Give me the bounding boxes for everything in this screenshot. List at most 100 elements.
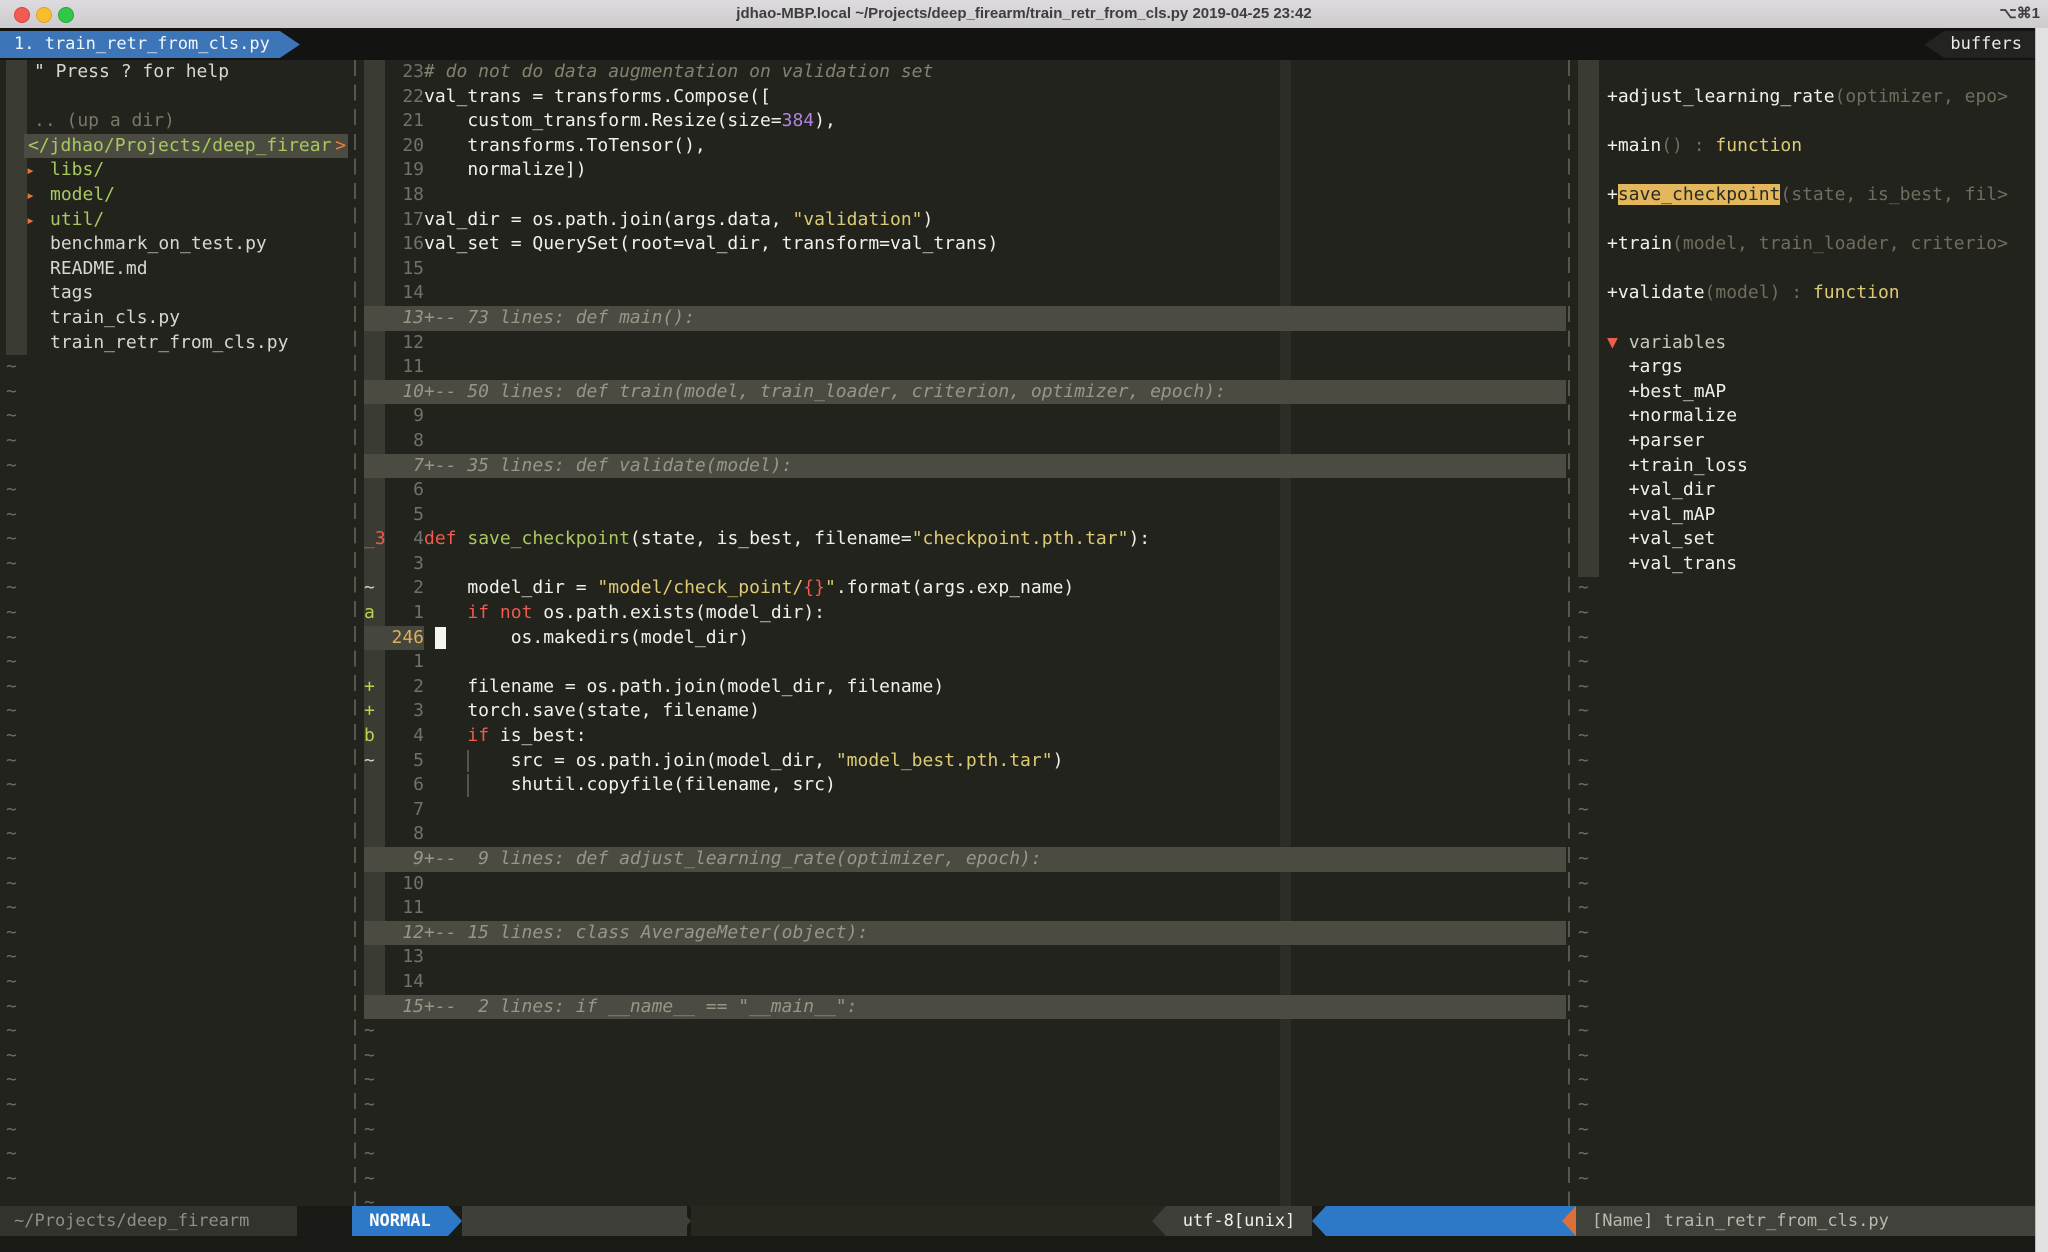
code-line[interactable]: 8: [352, 822, 1566, 847]
tilde-marker: ~: [6, 1068, 17, 1093]
nerdtree-file-benchmark_on_test.py[interactable]: benchmark_on_test.py: [0, 232, 352, 257]
tagbar-item[interactable]: +main() : function: [1566, 134, 2036, 159]
code-line[interactable]: 9: [352, 404, 1566, 429]
code-line[interactable]: 22val_trans = transforms.Compose([: [352, 85, 1566, 110]
code-line[interactable]: a 1 if not os.path.exists(model_dir):: [352, 601, 1566, 626]
code-line[interactable]: 21 custom_transform.Resize(size=384),: [352, 109, 1566, 134]
buffers-label[interactable]: buffers: [1924, 31, 2036, 58]
code-line[interactable]: 20 transforms.ToTensor(),: [352, 134, 1566, 159]
code-line[interactable]: 8: [352, 429, 1566, 454]
syntax-fn: save_checkpoint: [467, 528, 630, 549]
tagbar-item[interactable]: +normalize: [1566, 404, 2036, 429]
code-line[interactable]: ~ 2 model_dir = "model/check_point/{}".f…: [352, 576, 1566, 601]
nerdtree-file-tags[interactable]: tags: [0, 281, 352, 306]
tagbar-item[interactable]: +val_set: [1566, 527, 2036, 552]
code-text: +-- 73 lines: def main():: [424, 306, 695, 331]
code-line[interactable]: 15: [352, 257, 1566, 282]
tagbar-name: train_loss: [1640, 455, 1748, 476]
fold-line[interactable]: 15+-- 2 lines: if __name__ == "__main__"…: [352, 995, 1566, 1020]
code-line[interactable]: 246 os.makedirs(model_dir): [352, 626, 1566, 651]
tagbar-plus: +: [1607, 86, 1618, 107]
code-line[interactable]: 3: [352, 552, 1566, 577]
syntax-pl: model_dir =: [424, 577, 597, 598]
code-line[interactable]: 6: [352, 478, 1566, 503]
code-line[interactable]: + 2 filename = os.path.join(model_dir, f…: [352, 675, 1566, 700]
tagbar-item[interactable]: +save_checkpoint(state, is_best, fil>: [1566, 183, 2036, 208]
tilde-marker: ~: [6, 1044, 17, 1069]
empty-line: ~: [0, 1044, 352, 1069]
code-line[interactable]: 7: [352, 798, 1566, 823]
tagbar-item[interactable]: +val_mAP: [1566, 503, 2036, 528]
nerdtree-item[interactable]: .. (up a dir): [0, 109, 352, 134]
tilde-marker: ~: [6, 650, 17, 675]
fold-line[interactable]: 13+-- 73 lines: def main():: [352, 306, 1566, 331]
tagbar-item[interactable]: +val_trans: [1566, 552, 2036, 577]
tab-active[interactable]: 1. train_retr_from_cls.py: [0, 31, 300, 58]
tagbar-item[interactable]: +best_mAP: [1566, 380, 2036, 405]
nerdtree-file-train_retr_from_cls.py[interactable]: train_retr_from_cls.py: [0, 331, 352, 356]
nerdtree-dir-util[interactable]: ▸util/: [0, 208, 352, 233]
code-line[interactable]: + 3 torch.save(state, filename): [352, 699, 1566, 724]
tagbar-item[interactable]: +train_loss: [1566, 454, 2036, 479]
code-line[interactable]: ~ 5 src = os.path.join(model_dir, "model…: [352, 749, 1566, 774]
line-number: 7: [386, 454, 424, 479]
terminal-scrollbar[interactable]: [2035, 28, 2048, 1252]
fold-text: +-- 73 lines: def main():: [424, 307, 695, 328]
line-number: 14: [386, 970, 424, 995]
fold-line[interactable]: 10+-- 50 lines: def train(model, train_l…: [352, 380, 1566, 405]
code-text: torch.save(state, filename): [424, 699, 760, 724]
code-line[interactable]: 23# do not do data augmentation on valid…: [352, 60, 1566, 85]
tagbar-plus: +: [1607, 528, 1640, 549]
fold-line[interactable]: 7+-- 35 lines: def validate(model):: [352, 454, 1566, 479]
code-line[interactable]: 10: [352, 872, 1566, 897]
code-line[interactable]: 11: [352, 355, 1566, 380]
nerdtree-dir-libs[interactable]: ▸libs/: [0, 158, 352, 183]
tagbar-item[interactable]: +parser: [1566, 429, 2036, 454]
nerdtree-item[interactable]: " Press ? for help: [0, 60, 352, 85]
command-line[interactable]: [0, 1236, 2048, 1252]
tagbar-dim: (model): [1705, 282, 1781, 303]
fold-text: +-- 9 lines: def adjust_learning_rate(op…: [424, 848, 1042, 869]
line-number: 12: [386, 921, 424, 946]
tagbar-item[interactable]: +adjust_learning_rate(optimizer, epo>: [1566, 85, 2036, 110]
titlebar: jdhao-MBP.local ~/Projects/deep_firearm/…: [0, 0, 2048, 29]
tagbar-item[interactable]: +train(model, train_loader, criterio>: [1566, 232, 2036, 257]
window-separator-right[interactable]: [1568, 60, 1570, 1206]
empty-line: ~: [0, 675, 352, 700]
nerdtree-file-train_cls.py[interactable]: train_cls.py: [0, 306, 352, 331]
syntax-str: ": [825, 577, 836, 598]
code-line[interactable]: b 4 if is_best:: [352, 724, 1566, 749]
tagbar-item[interactable]: +validate(model) : function: [1566, 281, 2036, 306]
empty-line: ~: [1566, 749, 2036, 774]
code-line[interactable]: 17val_dir = os.path.join(args.data, "val…: [352, 208, 1566, 233]
code-line[interactable]: 18: [352, 183, 1566, 208]
fold-line[interactable]: 9+-- 9 lines: def adjust_learning_rate(o…: [352, 847, 1566, 872]
code-line[interactable]: 12: [352, 331, 1566, 356]
fold-text: +-- 50 lines: def train(model, train_loa…: [424, 381, 1226, 402]
code-line[interactable]: 14: [352, 970, 1566, 995]
empty-line: ~: [1566, 872, 2036, 897]
code-line[interactable]: 1: [352, 650, 1566, 675]
empty-line: ~: [352, 1068, 1566, 1093]
tagbar-item[interactable]: +val_dir: [1566, 478, 2036, 503]
tilde-marker: ~: [364, 1167, 375, 1192]
fold-line[interactable]: 12+-- 15 lines: class AverageMeter(objec…: [352, 921, 1566, 946]
empty-line: ~: [0, 1167, 352, 1192]
tagbar-section-variables[interactable]: ▼ variables: [1566, 331, 2036, 356]
empty-line: ~: [1566, 626, 2036, 651]
code-line[interactable]: 16val_set = QuerySet(root=val_dir, trans…: [352, 232, 1566, 257]
code-line[interactable]: 14: [352, 281, 1566, 306]
nerdtree-root-path[interactable]: </jdhao/Projects/deep_firear>: [0, 134, 352, 159]
code-line[interactable]: 5: [352, 503, 1566, 528]
nerdtree-file-README.md[interactable]: README.md: [0, 257, 352, 282]
empty-line: ~: [0, 1019, 352, 1044]
code-line[interactable]: 11: [352, 896, 1566, 921]
tagbar-item[interactable]: +args: [1566, 355, 2036, 380]
code-line[interactable]: 6 shutil.copyfile(filename, src): [352, 773, 1566, 798]
tagbar-entry: +val_trans: [1607, 552, 1737, 577]
code-line[interactable]: _3 4def save_checkpoint(state, is_best, …: [352, 527, 1566, 552]
code-line[interactable]: 19 normalize]): [352, 158, 1566, 183]
code-line[interactable]: 13: [352, 945, 1566, 970]
nerdtree-dir-model[interactable]: ▸model/: [0, 183, 352, 208]
window-separator-left[interactable]: [354, 60, 356, 1206]
